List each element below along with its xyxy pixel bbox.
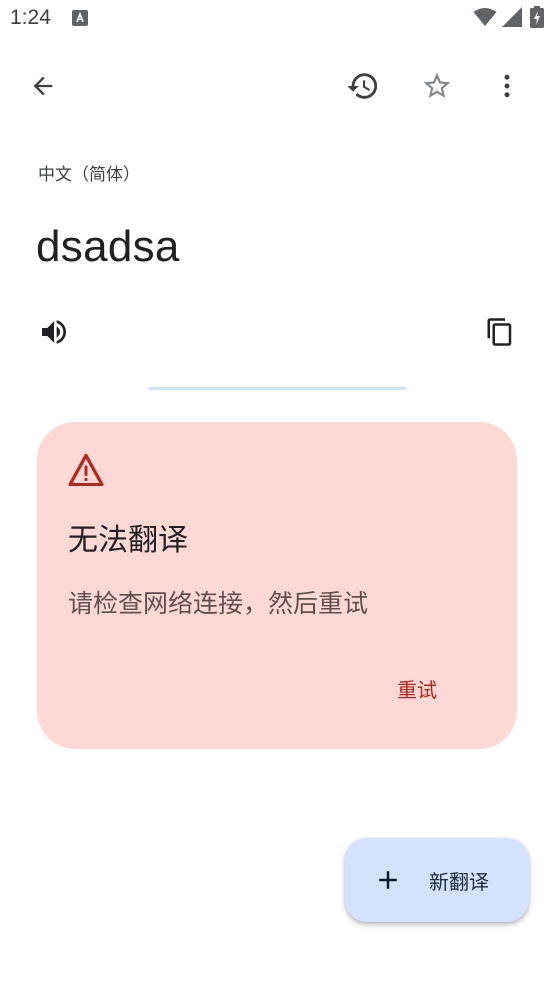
app-notification-icon	[72, 10, 88, 26]
favorite-button[interactable]	[413, 62, 461, 110]
loading-divider	[148, 387, 406, 390]
warning-icon	[68, 454, 104, 486]
more-options-button[interactable]	[483, 62, 531, 110]
error-card: 无法翻译 请检查网络连接，然后重试 重试	[37, 422, 517, 749]
new-translation-button[interactable]: 新翻译	[345, 838, 529, 922]
more-vert-icon	[504, 74, 510, 98]
source-language-label[interactable]: 中文（简体）	[38, 160, 140, 185]
history-icon	[347, 73, 378, 99]
copy-button[interactable]	[476, 308, 524, 356]
plus-icon	[379, 871, 397, 889]
new-translation-label: 新翻译	[429, 869, 489, 894]
error-message: 请检查网络连接，然后重试	[68, 589, 369, 618]
error-title: 无法翻译	[68, 523, 188, 558]
retry-button[interactable]: 重试	[389, 670, 445, 707]
history-button[interactable]	[339, 62, 387, 110]
copy-icon	[487, 318, 512, 346]
arrow-left-icon	[33, 76, 53, 96]
volume-icon	[42, 320, 66, 344]
wifi-icon	[473, 8, 497, 26]
battery-charging-icon	[530, 6, 544, 28]
back-button[interactable]	[19, 62, 67, 110]
listen-button[interactable]	[30, 308, 78, 356]
source-text[interactable]: dsadsa	[36, 222, 180, 272]
signal-icon	[502, 7, 522, 27]
star-outline-icon	[423, 72, 451, 98]
status-time: 1:24	[10, 6, 51, 29]
